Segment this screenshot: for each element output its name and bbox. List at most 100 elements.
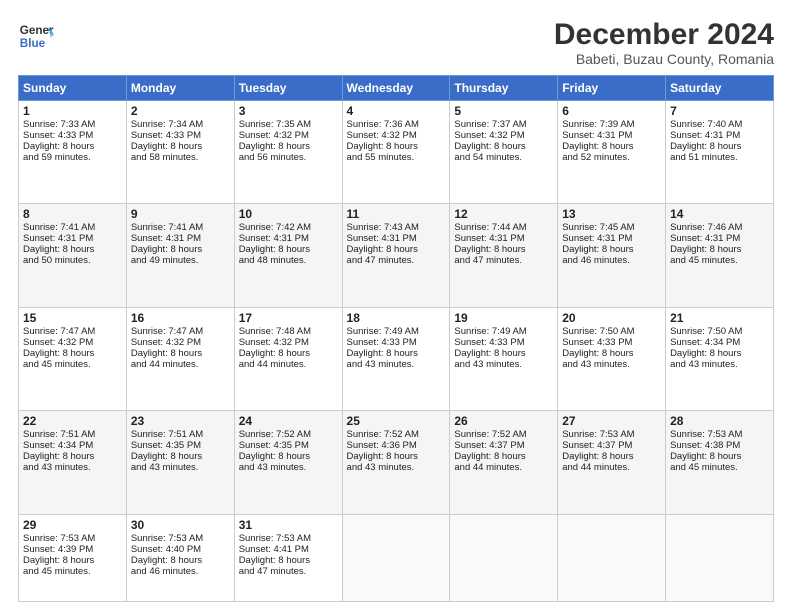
day-info-line: and 48 minutes. <box>239 255 338 266</box>
title-block: December 2024 Babeti, Buzau County, Roma… <box>554 18 774 67</box>
day-info-line: Sunset: 4:33 PM <box>23 130 122 141</box>
day-number: 8 <box>23 207 122 221</box>
day-number: 14 <box>670 207 769 221</box>
day-info-line: Sunrise: 7:51 AM <box>23 429 122 440</box>
day-info-line: and 44 minutes. <box>239 359 338 370</box>
calendar-cell <box>666 514 774 602</box>
calendar-cell: 7Sunrise: 7:40 AMSunset: 4:31 PMDaylight… <box>666 101 774 204</box>
day-info-line: Sunrise: 7:50 AM <box>670 326 769 337</box>
logo: General Blue <box>18 18 54 54</box>
col-header-monday: Monday <box>126 76 234 101</box>
day-number: 23 <box>131 414 230 428</box>
day-info-line: and 44 minutes. <box>131 359 230 370</box>
day-info-line: Sunrise: 7:43 AM <box>347 222 446 233</box>
calendar-cell: 5Sunrise: 7:37 AMSunset: 4:32 PMDaylight… <box>450 101 558 204</box>
day-info-line: and 43 minutes. <box>347 462 446 473</box>
day-info-line: Sunset: 4:35 PM <box>131 440 230 451</box>
day-info-line: Daylight: 8 hours <box>131 451 230 462</box>
calendar-cell: 28Sunrise: 7:53 AMSunset: 4:38 PMDayligh… <box>666 411 774 514</box>
day-info-line: Sunset: 4:37 PM <box>562 440 661 451</box>
day-info-line: Sunset: 4:33 PM <box>454 337 553 348</box>
calendar-week-5: 29Sunrise: 7:53 AMSunset: 4:39 PMDayligh… <box>19 514 774 602</box>
day-info-line: and 43 minutes. <box>347 359 446 370</box>
calendar-cell: 31Sunrise: 7:53 AMSunset: 4:41 PMDayligh… <box>234 514 342 602</box>
day-info-line: Daylight: 8 hours <box>670 451 769 462</box>
day-info-line: Daylight: 8 hours <box>239 348 338 359</box>
calendar-cell: 3Sunrise: 7:35 AMSunset: 4:32 PMDaylight… <box>234 101 342 204</box>
day-info-line: and 45 minutes. <box>23 359 122 370</box>
day-info-line: Daylight: 8 hours <box>670 141 769 152</box>
day-info-line: and 47 minutes. <box>347 255 446 266</box>
day-info-line: Sunset: 4:32 PM <box>23 337 122 348</box>
logo-icon: General Blue <box>18 18 54 54</box>
calendar-cell: 8Sunrise: 7:41 AMSunset: 4:31 PMDaylight… <box>19 204 127 307</box>
day-info-line: Sunrise: 7:48 AM <box>239 326 338 337</box>
calendar-cell: 26Sunrise: 7:52 AMSunset: 4:37 PMDayligh… <box>450 411 558 514</box>
day-info-line: Sunset: 4:31 PM <box>454 233 553 244</box>
calendar-week-4: 22Sunrise: 7:51 AMSunset: 4:34 PMDayligh… <box>19 411 774 514</box>
col-header-thursday: Thursday <box>450 76 558 101</box>
calendar-cell <box>342 514 450 602</box>
day-info-line: Daylight: 8 hours <box>131 244 230 255</box>
day-info-line: Sunrise: 7:47 AM <box>23 326 122 337</box>
day-info-line: and 45 minutes. <box>23 566 122 577</box>
day-info-line: Daylight: 8 hours <box>131 141 230 152</box>
day-info-line: Sunset: 4:37 PM <box>454 440 553 451</box>
day-info-line: Sunrise: 7:36 AM <box>347 119 446 130</box>
day-number: 30 <box>131 518 230 532</box>
day-info-line: Sunset: 4:33 PM <box>347 337 446 348</box>
day-info-line: Daylight: 8 hours <box>454 348 553 359</box>
day-info-line: and 47 minutes. <box>454 255 553 266</box>
calendar-week-1: 1Sunrise: 7:33 AMSunset: 4:33 PMDaylight… <box>19 101 774 204</box>
svg-text:Blue: Blue <box>20 37 46 50</box>
day-info-line: Sunrise: 7:52 AM <box>239 429 338 440</box>
day-info-line: and 55 minutes. <box>347 152 446 163</box>
day-info-line: Sunset: 4:31 PM <box>131 233 230 244</box>
day-info-line: Sunrise: 7:49 AM <box>347 326 446 337</box>
day-info-line: Sunset: 4:32 PM <box>239 337 338 348</box>
subtitle: Babeti, Buzau County, Romania <box>554 51 774 67</box>
day-info-line: Sunrise: 7:45 AM <box>562 222 661 233</box>
day-info-line: Daylight: 8 hours <box>562 141 661 152</box>
calendar-cell: 9Sunrise: 7:41 AMSunset: 4:31 PMDaylight… <box>126 204 234 307</box>
day-number: 7 <box>670 104 769 118</box>
day-info-line: Sunset: 4:38 PM <box>670 440 769 451</box>
calendar-cell: 19Sunrise: 7:49 AMSunset: 4:33 PMDayligh… <box>450 307 558 410</box>
day-info-line: Sunset: 4:31 PM <box>670 233 769 244</box>
day-number: 9 <box>131 207 230 221</box>
day-info-line: Sunrise: 7:35 AM <box>239 119 338 130</box>
header: General Blue December 2024 Babeti, Buzau… <box>18 18 774 67</box>
day-info-line: and 58 minutes. <box>131 152 230 163</box>
calendar-cell: 2Sunrise: 7:34 AMSunset: 4:33 PMDaylight… <box>126 101 234 204</box>
day-info-line: Sunset: 4:36 PM <box>347 440 446 451</box>
calendar-cell <box>558 514 666 602</box>
day-number: 5 <box>454 104 553 118</box>
day-info-line: Daylight: 8 hours <box>347 244 446 255</box>
day-info-line: Daylight: 8 hours <box>131 555 230 566</box>
day-number: 1 <box>23 104 122 118</box>
day-info-line: Sunset: 4:32 PM <box>347 130 446 141</box>
calendar-cell: 25Sunrise: 7:52 AMSunset: 4:36 PMDayligh… <box>342 411 450 514</box>
day-info-line: and 46 minutes. <box>562 255 661 266</box>
col-header-saturday: Saturday <box>666 76 774 101</box>
calendar-cell: 14Sunrise: 7:46 AMSunset: 4:31 PMDayligh… <box>666 204 774 307</box>
day-info-line: Sunset: 4:34 PM <box>670 337 769 348</box>
day-info-line: Daylight: 8 hours <box>239 451 338 462</box>
day-info-line: Sunset: 4:31 PM <box>562 233 661 244</box>
day-info-line: Sunset: 4:31 PM <box>562 130 661 141</box>
col-header-friday: Friday <box>558 76 666 101</box>
day-info-line: Sunset: 4:31 PM <box>670 130 769 141</box>
day-info-line: Daylight: 8 hours <box>454 451 553 462</box>
day-info-line: Sunset: 4:32 PM <box>239 130 338 141</box>
calendar-cell: 29Sunrise: 7:53 AMSunset: 4:39 PMDayligh… <box>19 514 127 602</box>
day-info-line: Sunset: 4:31 PM <box>23 233 122 244</box>
day-info-line: Daylight: 8 hours <box>347 141 446 152</box>
day-info-line: Sunrise: 7:39 AM <box>562 119 661 130</box>
day-number: 4 <box>347 104 446 118</box>
day-info-line: Sunset: 4:40 PM <box>131 544 230 555</box>
day-info-line: Sunrise: 7:53 AM <box>131 533 230 544</box>
day-info-line: and 46 minutes. <box>131 566 230 577</box>
calendar-week-2: 8Sunrise: 7:41 AMSunset: 4:31 PMDaylight… <box>19 204 774 307</box>
day-info-line: Sunrise: 7:53 AM <box>239 533 338 544</box>
calendar-cell: 16Sunrise: 7:47 AMSunset: 4:32 PMDayligh… <box>126 307 234 410</box>
